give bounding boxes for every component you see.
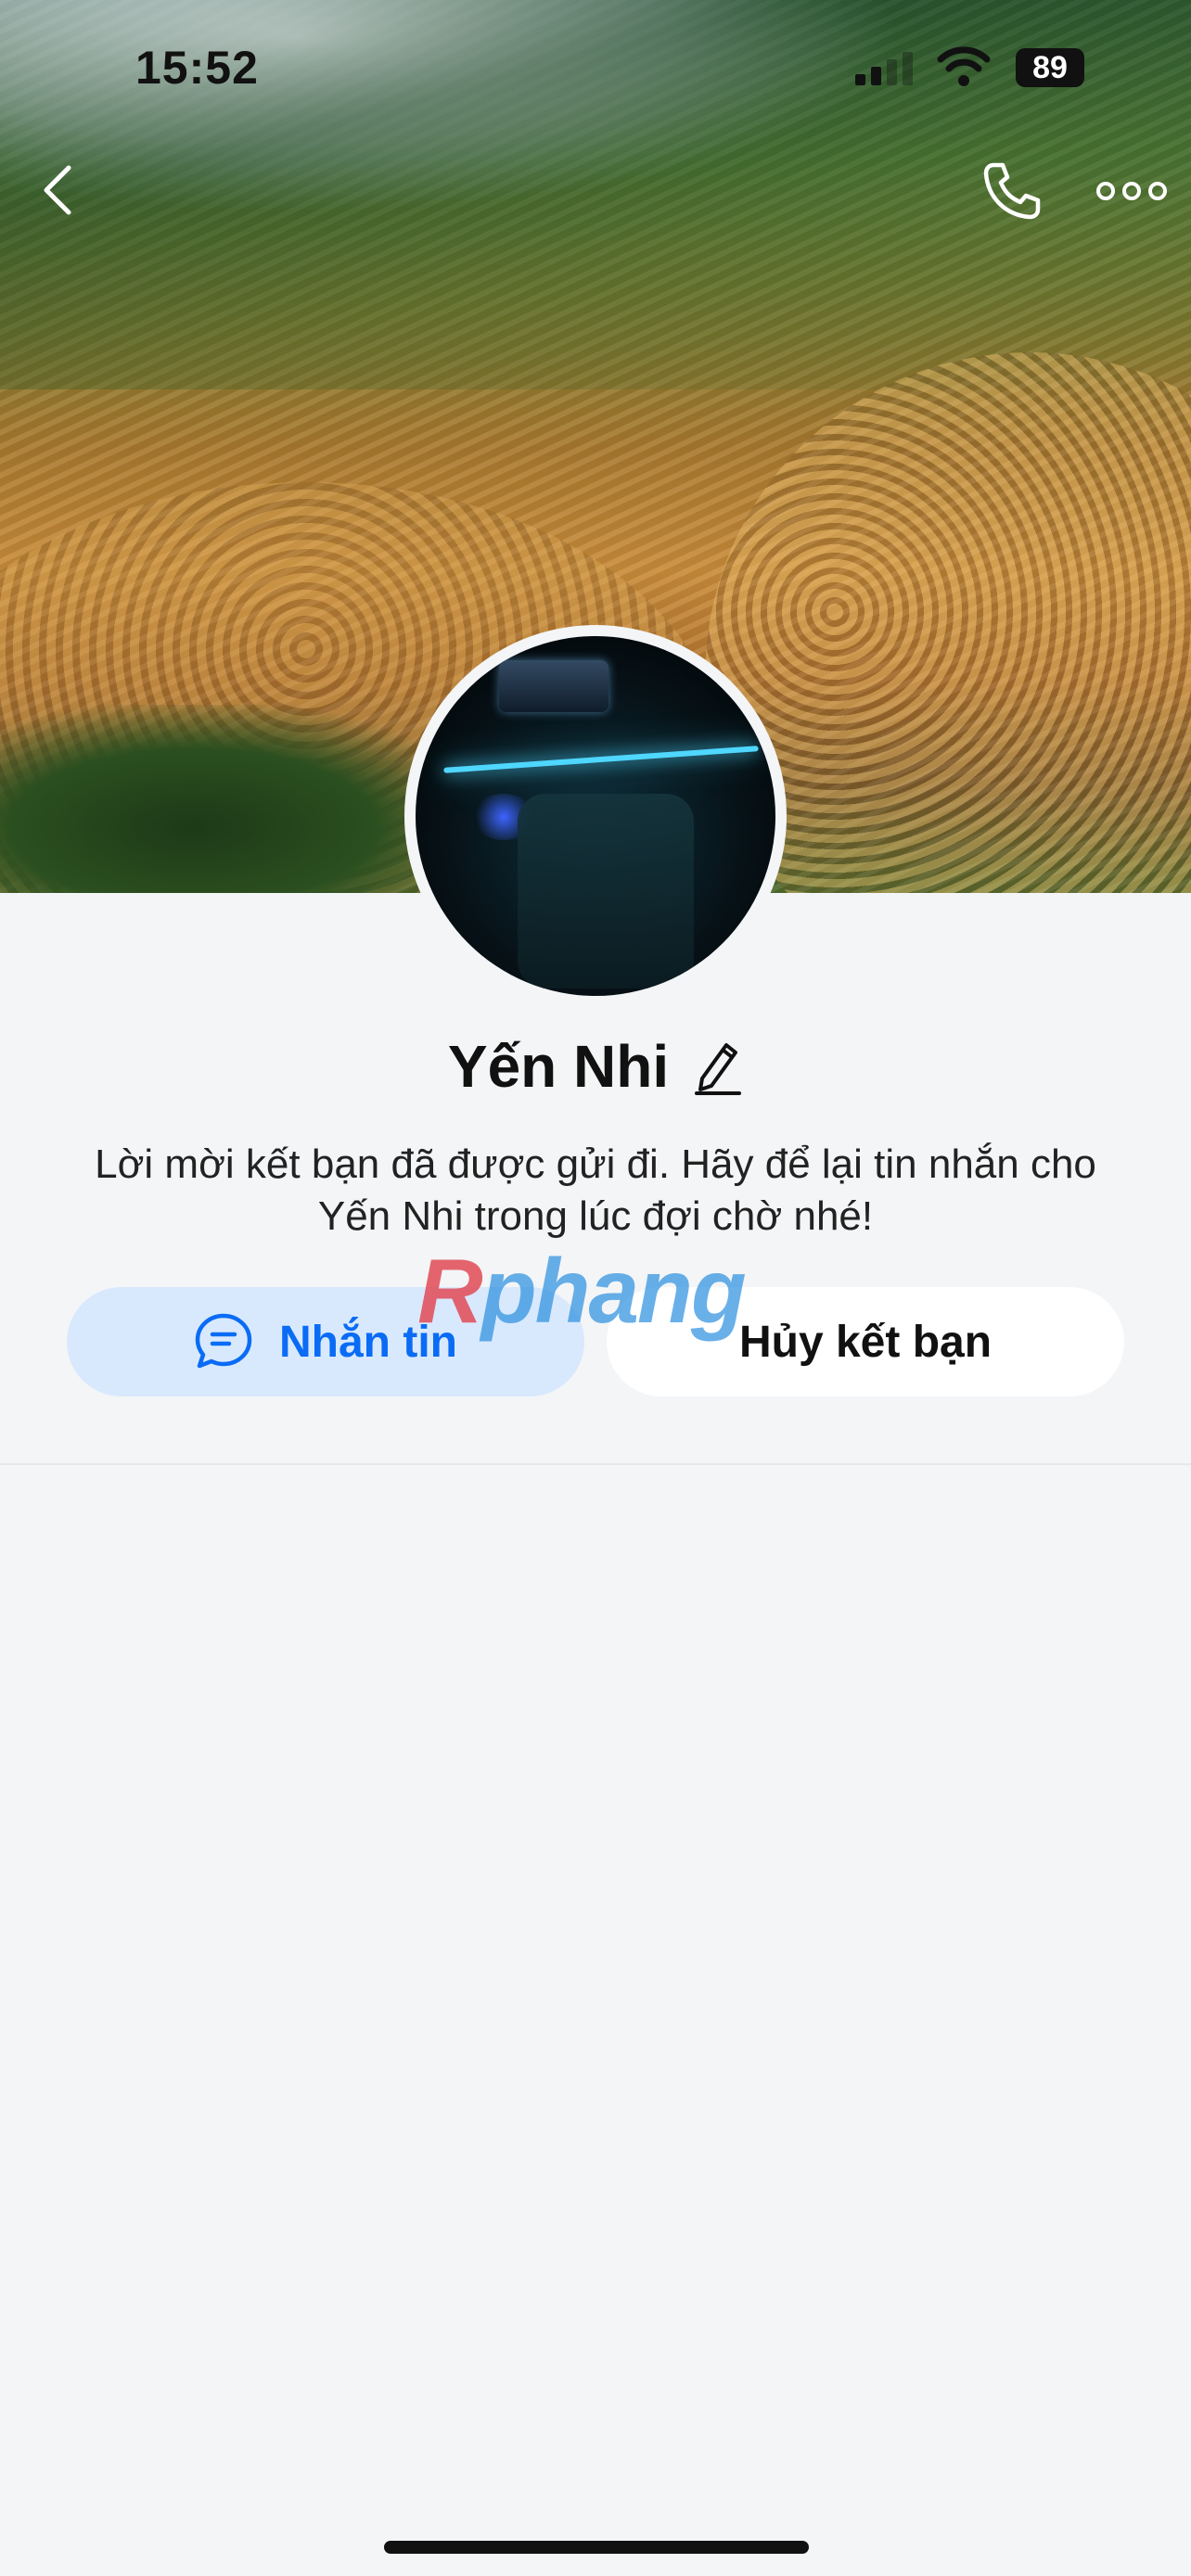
chat-bubble-icon [195, 1313, 252, 1369]
battery-level: 89 [1016, 48, 1084, 87]
phone-icon [983, 162, 1041, 220]
call-button[interactable] [974, 158, 1048, 223]
name-row: Yến Nhi [0, 1029, 1191, 1103]
status-time: 15:52 [135, 42, 259, 94]
more-options-button[interactable] [1090, 163, 1173, 219]
message-button[interactable]: Nhắn tin [67, 1287, 584, 1396]
message-button-label: Nhắn tin [279, 1317, 457, 1367]
cellular-signal-icon [855, 52, 913, 85]
avatar[interactable] [416, 636, 775, 996]
profile-name: Yến Nhi [447, 1033, 670, 1100]
home-indicator [384, 2541, 809, 2554]
back-icon [44, 165, 71, 215]
unfriend-button-label: Hủy kết bạn [738, 1317, 992, 1367]
back-button[interactable] [28, 158, 87, 223]
avatar-seat [518, 794, 694, 988]
more-icon [1096, 182, 1167, 200]
section-divider [0, 1463, 1191, 1465]
status-icons: 89 [853, 45, 1085, 91]
unfriend-button[interactable]: Hủy kết bạn [607, 1287, 1124, 1396]
avatar-ambient-light [443, 746, 759, 773]
edit-pencil-icon[interactable] [693, 1038, 743, 1095]
wifi-icon [937, 46, 991, 86]
avatar-car-screen [499, 660, 608, 712]
friend-request-message: Lời mời kết bạn đã được gửi đi. Hãy để l… [95, 1141, 1096, 1239]
